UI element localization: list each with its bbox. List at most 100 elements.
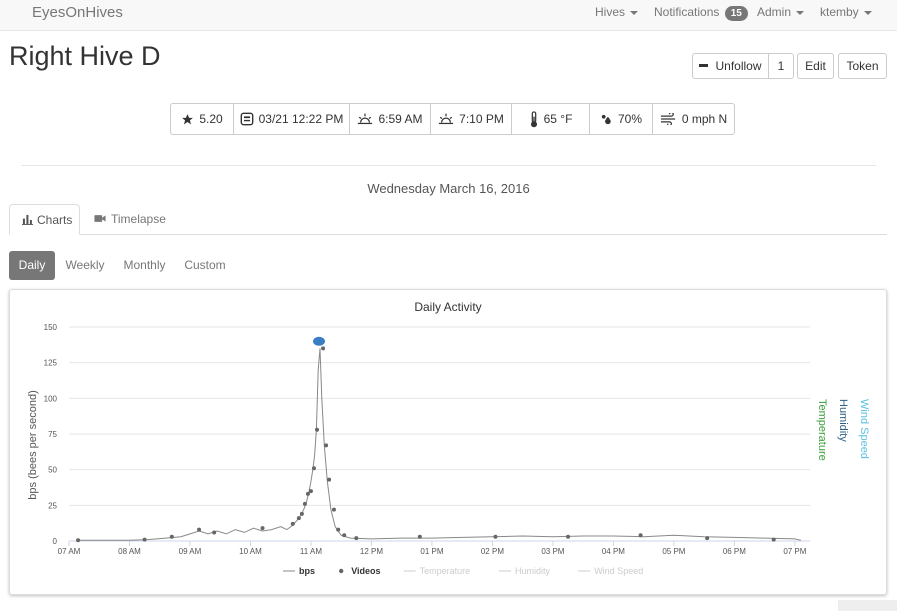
top-navbar: EyesOnHives Hives Notifications 15 Admin… <box>0 0 897 31</box>
video-marker <box>354 536 359 541</box>
legend-symbol-marker <box>339 568 344 574</box>
x-tick-label: 02 PM <box>481 547 504 556</box>
legend-label: Videos <box>351 566 380 576</box>
video-marker <box>771 537 776 542</box>
bar-chart-icon <box>22 214 33 225</box>
range-weekly[interactable]: Weekly <box>59 251 111 280</box>
range-custom[interactable]: Custom <box>179 251 231 280</box>
stat-temperature: 65 °F <box>512 104 590 134</box>
tab-charts[interactable]: Charts <box>9 204 80 235</box>
hive-icon <box>240 112 254 126</box>
video-marker <box>566 534 571 539</box>
hive-stats-bar: 5.20 03/21 12:22 PM 6:59 AM 7:10 PM 65 °… <box>170 103 735 135</box>
token-button[interactable]: Token <box>838 53 887 79</box>
stat-humidity: 70% <box>590 104 653 134</box>
video-marker <box>638 533 643 538</box>
legend-label: Wind Speed <box>594 566 643 576</box>
video-marker <box>315 427 320 432</box>
chart-legend: bps Videos Temperature Humidity Wind Speed <box>283 566 643 576</box>
daily-activity-chart: Daily Activity bps (bees per second) 0 25… <box>27 300 870 576</box>
video-marker <box>705 536 710 541</box>
brand-link[interactable]: EyesOnHives <box>32 4 123 21</box>
minus-icon <box>699 64 709 68</box>
x-tick-label: 01 PM <box>420 547 443 556</box>
video-marker <box>290 521 295 526</box>
video-marker <box>417 534 422 539</box>
y-tick-label: 25 <box>48 501 57 510</box>
video-marker <box>308 489 313 494</box>
divider <box>21 165 876 166</box>
user-menu-label: ktemby <box>820 5 859 19</box>
legend-item-humidity: Humidity <box>499 566 551 576</box>
chart-title: Daily Activity <box>414 300 481 314</box>
stat-temperature-value: 65 °F <box>543 112 573 126</box>
x-tick-label: 08 AM <box>118 547 141 556</box>
notifications-badge: 15 <box>724 6 748 21</box>
right-axis-labels: Temperature Humidity Wind Speed <box>816 399 870 461</box>
daily-activity-chart-panel: Daily Activity bps (bees per second) 0 25… <box>9 289 887 595</box>
stat-sunset-value: 7:10 PM <box>459 112 504 126</box>
tab-timelapse[interactable]: Timelapse <box>94 204 174 235</box>
caret-down-icon <box>796 10 805 15</box>
x-tick-label: 06 PM <box>723 547 746 556</box>
video-marker <box>336 527 341 532</box>
admin-menu[interactable]: Admin <box>757 5 805 19</box>
video-marker <box>311 466 316 471</box>
hives-menu[interactable]: Hives <box>595 5 639 19</box>
video-marker <box>142 537 147 542</box>
tab-charts-label: Charts <box>37 213 73 227</box>
legend-item-temperature: Temperature <box>403 566 470 576</box>
unfollow-button[interactable]: Unfollow <box>692 53 769 79</box>
range-monthly[interactable]: Monthly <box>117 251 172 280</box>
x-tick-label: 09 AM <box>179 547 202 556</box>
stat-rating-value: 5.20 <box>199 112 223 126</box>
humidity-drops-icon <box>601 114 611 124</box>
star-icon <box>182 113 194 124</box>
legend-item-wind-speed: Wind Speed <box>578 566 643 576</box>
legend-item-videos: Videos <box>339 566 381 576</box>
range-daily[interactable]: Daily <box>9 251 55 280</box>
sunrise-icon <box>358 113 373 125</box>
x-tick-label: 04 PM <box>602 547 625 556</box>
y-axis-label: bps (bees per second) <box>27 390 39 499</box>
video-marker <box>76 538 81 543</box>
notifications-label: Notifications <box>654 5 720 19</box>
video-marker <box>331 507 336 512</box>
admin-menu-label: Admin <box>757 5 792 19</box>
wind-icon <box>660 113 675 125</box>
video-marker <box>324 443 329 448</box>
right-axis-label: Temperature <box>816 399 828 461</box>
follower-count: 1 <box>768 53 794 79</box>
video-marker <box>296 516 301 521</box>
edit-button[interactable]: Edit <box>797 53 834 79</box>
right-axis-label: Humidity <box>837 399 849 442</box>
date-heading: Wednesday March 16, 2016 <box>367 181 530 196</box>
y-tick-label: 50 <box>48 466 57 475</box>
video-marker <box>299 511 304 516</box>
video-marker <box>327 477 332 482</box>
x-tick-label: 10 AM <box>239 547 262 556</box>
x-tick-label: 12 PM <box>360 547 383 556</box>
video-camera-icon <box>94 215 106 222</box>
notifications-menu[interactable]: Notifications 15 <box>654 5 748 21</box>
chart-series <box>76 336 802 543</box>
video-marker <box>260 526 265 531</box>
y-tick-label: 125 <box>44 359 58 368</box>
x-tick-label: 07 PM <box>783 547 806 556</box>
stat-sunrise: 6:59 AM <box>350 104 431 134</box>
y-tick-label: 100 <box>44 394 58 403</box>
x-tick-label: 05 PM <box>662 547 685 556</box>
right-axis-label: Wind Speed <box>858 399 870 459</box>
legend-label: Humidity <box>515 566 551 576</box>
tab-timelapse-label: Timelapse <box>111 212 166 226</box>
y-tick-label: 75 <box>48 430 57 439</box>
video-marker <box>493 534 498 539</box>
caret-down-icon <box>630 10 639 15</box>
user-menu[interactable]: ktemby <box>820 5 872 19</box>
legend-label: bps <box>299 566 315 576</box>
hives-menu-label: Hives <box>595 5 626 19</box>
video-marker <box>197 527 202 532</box>
gridlines <box>69 326 810 542</box>
y-tick-label: 0 <box>53 537 58 546</box>
video-marker <box>169 534 174 539</box>
